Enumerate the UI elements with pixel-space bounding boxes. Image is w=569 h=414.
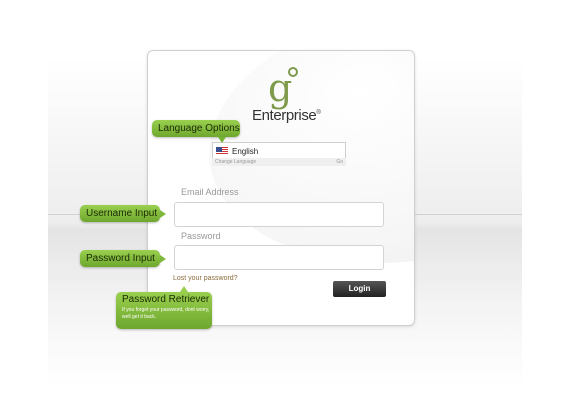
change-language-bar[interactable]: Change Language Go xyxy=(212,158,346,166)
callout-retriever: Password Retriever If you forget your pa… xyxy=(116,286,212,329)
password-input[interactable] xyxy=(174,245,384,270)
login-button[interactable]: Login xyxy=(333,281,386,297)
email-input[interactable] xyxy=(174,202,384,227)
callout-password: Password Input xyxy=(80,250,166,267)
callout-language: Language Options xyxy=(152,120,240,143)
login-card: g Enterprise® English Change Language Go… xyxy=(147,50,415,326)
change-language-label: Change Language xyxy=(215,159,257,165)
email-label: Email Address xyxy=(181,187,239,197)
callout-retriever-desc: If you forget your password, dont worry,… xyxy=(122,307,210,320)
lost-password-link[interactable]: Lost your password? xyxy=(173,275,238,282)
callout-username-text: Username Input xyxy=(86,208,158,219)
logo-degree-icon xyxy=(288,67,298,77)
logo-registered: ® xyxy=(316,110,321,116)
logo-name: Enterprise xyxy=(252,107,317,124)
logo-text: Enterprise® xyxy=(252,107,321,124)
us-flag-icon xyxy=(216,147,228,155)
language-selected: English xyxy=(232,147,259,156)
callout-username: Username Input xyxy=(80,205,166,222)
password-label: Password xyxy=(181,231,221,241)
change-language-go[interactable]: Go xyxy=(336,159,343,165)
callout-language-text: Language Options xyxy=(158,123,240,134)
callout-retriever-title: Password Retriever xyxy=(122,294,210,305)
callout-password-text: Password Input xyxy=(86,253,155,264)
